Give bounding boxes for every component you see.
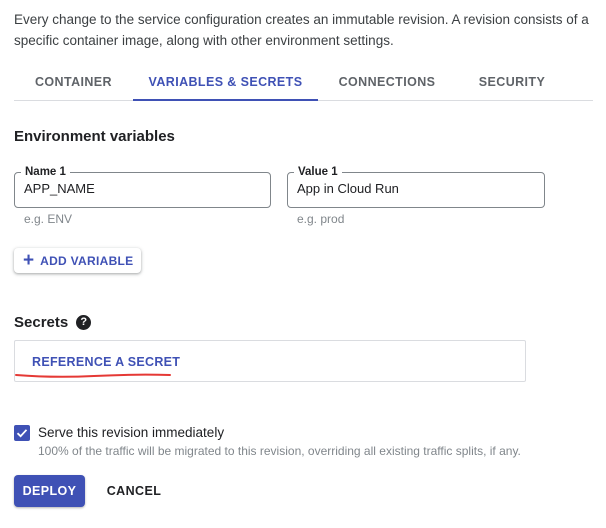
secrets-heading-label: Secrets: [14, 314, 69, 331]
value-1-hint: e.g. prod: [297, 212, 345, 226]
value-1-input[interactable]: [297, 181, 532, 196]
annotation-underline: [15, 373, 171, 378]
serve-immediately-hint: 100% of the traffic will be migrated to …: [38, 444, 521, 458]
deploy-button[interactable]: DEPLOY: [14, 475, 85, 507]
name-1-field: Name 1: [14, 165, 271, 208]
cancel-button[interactable]: CANCEL: [98, 475, 170, 507]
tab-variables-secrets[interactable]: VARIABLES & SECRETS: [133, 64, 318, 101]
secrets-heading: Secrets ?: [14, 314, 92, 331]
value-1-label: Value 1: [294, 165, 342, 179]
reference-secret-button[interactable]: REFERENCE A SECRET: [32, 355, 180, 369]
add-variable-button[interactable]: + ADD VARIABLE: [14, 248, 141, 273]
serve-immediately-checkbox[interactable]: [14, 425, 30, 441]
help-icon[interactable]: ?: [76, 315, 92, 330]
tab-security[interactable]: SECURITY: [456, 64, 568, 100]
name-1-input[interactable]: [24, 181, 259, 196]
name-1-hint: e.g. ENV: [24, 212, 73, 226]
environment-variables-heading: Environment variables: [14, 128, 175, 145]
tab-container[interactable]: CONTAINER: [14, 64, 133, 100]
value-1-field: Value 1: [287, 165, 545, 208]
serve-immediately-label: Serve this revision immediately: [38, 425, 225, 440]
add-variable-label: ADD VARIABLE: [40, 253, 134, 268]
name-1-label: Name 1: [21, 165, 70, 179]
tab-bar: CONTAINER VARIABLES & SECRETS CONNECTION…: [14, 64, 593, 101]
description-text: Every change to the service configuratio…: [14, 12, 589, 48]
tab-connections[interactable]: CONNECTIONS: [318, 64, 456, 100]
check-icon: [16, 429, 28, 438]
plus-icon: +: [23, 250, 35, 271]
